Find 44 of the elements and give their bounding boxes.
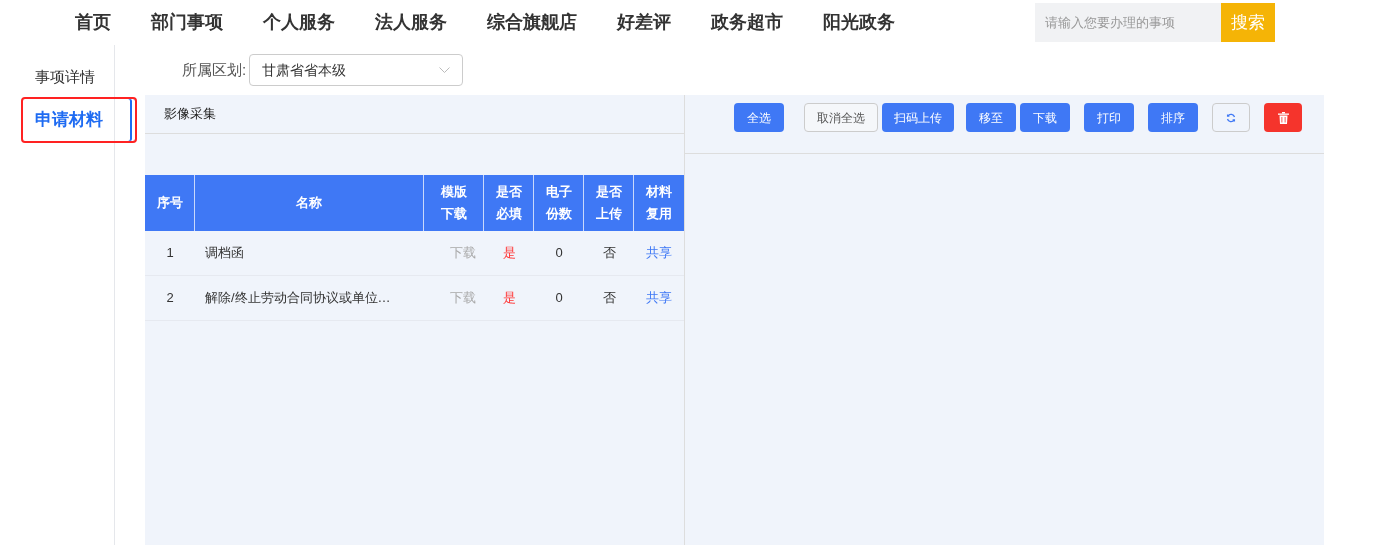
sidebar-tab[interactable]: 事项详情 <box>35 61 95 93</box>
table-cell-text: 解除/终止劳动合同协议或单位… <box>204 289 392 308</box>
column-header: 模版下载 <box>424 175 484 231</box>
table-cell-text: 2 <box>165 289 175 308</box>
nav-link[interactable]: 好差评 <box>617 9 671 36</box>
chevron-down-icon <box>439 67 451 73</box>
toolbar-button[interactable]: 排序 <box>1148 103 1198 132</box>
nav-link[interactable]: 综合旗舰店 <box>487 9 577 36</box>
refresh-icon <box>1226 112 1236 123</box>
nav-link[interactable]: 政务超市 <box>711 9 783 36</box>
toolbar-button[interactable]: 扫码上传 <box>882 103 954 132</box>
search-field[interactable]: 请输入您要办理的事项 <box>1035 3 1221 42</box>
toolbar-button[interactable]: 打印 <box>1084 103 1134 132</box>
nav-link[interactable]: 法人服务 <box>375 9 447 36</box>
table-cell-text: 否 <box>601 289 617 308</box>
delete-button[interactable] <box>1264 103 1302 132</box>
share-link[interactable]: 共享 <box>634 288 684 308</box>
region-select[interactable]: 甘肃省省本级 <box>249 54 464 86</box>
share-link[interactable]: 共享 <box>634 243 684 263</box>
nav-link[interactable]: 个人服务 <box>263 9 335 36</box>
trash-icon <box>1277 111 1289 124</box>
table-cell-text: 否 <box>601 244 617 263</box>
sidebar-tab[interactable]: 申请材料 <box>21 97 137 143</box>
nav-link[interactable]: 阳光政务 <box>823 9 895 36</box>
nav-link[interactable]: 首页 <box>75 9 111 36</box>
column-header: 是否必填 <box>484 175 534 231</box>
column-header: 材料复用 <box>645 183 673 223</box>
table-cell-text: 调档函 <box>204 244 245 263</box>
panel-tab[interactable]: 影像采集 <box>164 103 216 133</box>
field-label: 所属区划: <box>182 59 247 80</box>
table-cell-text: 是 <box>501 244 517 263</box>
column-header: 序号 <box>145 175 195 231</box>
toolbar-button[interactable]: 移至 <box>966 103 1016 132</box>
table-cell-text: 1 <box>165 244 175 263</box>
column-header: 是否上传 <box>584 175 634 231</box>
toolbar-button[interactable]: 下载 <box>1020 103 1070 132</box>
table-cell-text: 0 <box>554 289 564 308</box>
toolbar-button[interactable]: 取消全选 <box>804 103 878 132</box>
nav-link[interactable]: 部门事项 <box>151 9 223 36</box>
column-header: 电子份数 <box>534 175 584 231</box>
table-cell-text: 0 <box>554 244 564 263</box>
column-header: 名称 <box>195 175 424 231</box>
table-cell-text: 是 <box>501 289 517 308</box>
toolbar-button[interactable]: 全选 <box>734 103 784 132</box>
